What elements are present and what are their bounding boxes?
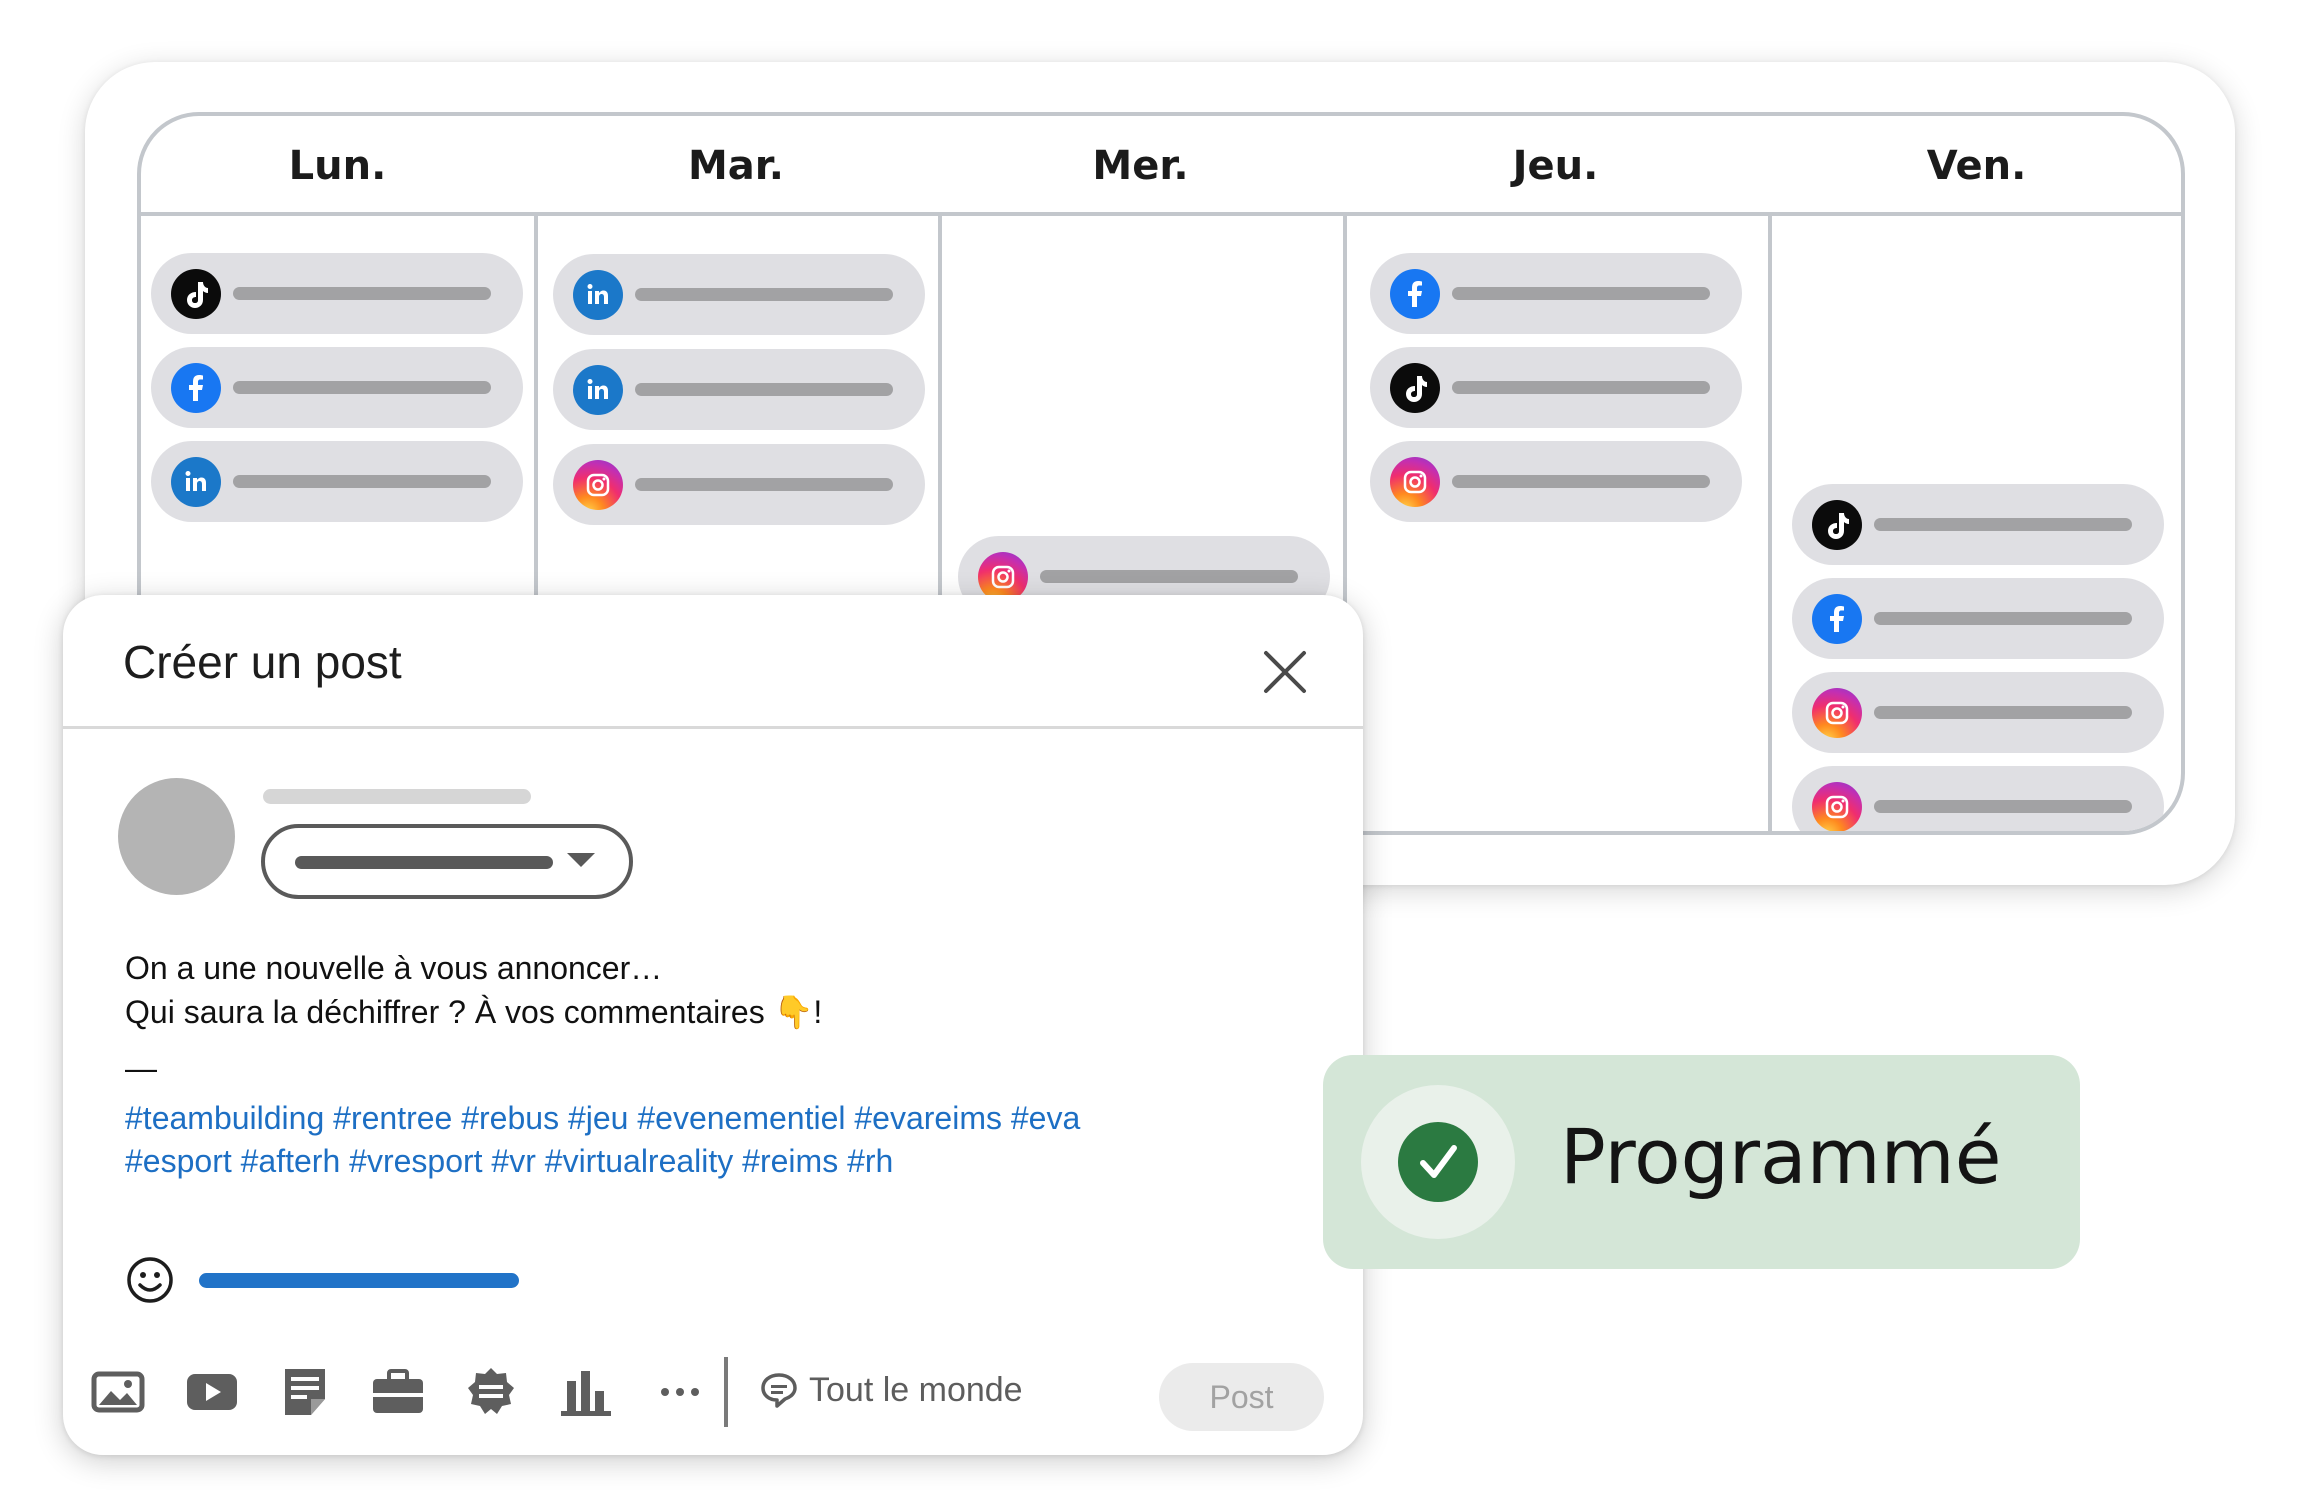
dropdown-value-placeholder (295, 856, 553, 869)
scheduled-post-facebook[interactable] (1370, 253, 1742, 334)
day-header-jeu: Jeu. (1512, 143, 1599, 189)
post-title-placeholder (635, 288, 893, 301)
chevron-down-icon (567, 853, 595, 867)
more-icon[interactable] (653, 1365, 707, 1419)
post-title-placeholder (233, 287, 491, 300)
scheduled-post-tiktok[interactable] (1370, 347, 1742, 428)
facebook-icon (1812, 593, 1862, 644)
post-title-placeholder (1040, 570, 1298, 583)
toolbar-divider (724, 1357, 728, 1427)
progress-bar (199, 1273, 519, 1288)
column-divider (1768, 216, 1772, 831)
calendar-header: Lun. Mar. Mer. Jeu. Ven. (141, 116, 2181, 216)
linkedin-icon (171, 456, 221, 507)
badge-icon[interactable] (464, 1365, 518, 1419)
scheduled-post-tiktok[interactable] (1792, 484, 2164, 565)
scheduled-post-instagram[interactable] (553, 444, 925, 525)
create-post-dialog: Créer un post On a une nouvelle à vous a… (63, 595, 1363, 1455)
post-title-placeholder (1452, 287, 1710, 300)
day-header-mer: Mer. (1092, 143, 1189, 189)
instagram-icon (978, 551, 1028, 602)
post-title-placeholder (1874, 706, 2132, 719)
scheduled-post-linkedin[interactable] (553, 349, 925, 430)
stage: Lun. Mar. Mer. Jeu. Ven. Créer un post O… (0, 0, 2300, 1500)
status-icon-circle (1361, 1085, 1515, 1239)
instagram-icon (1390, 456, 1440, 507)
instagram-icon (573, 459, 623, 510)
post-title-placeholder (1874, 800, 2132, 813)
post-text-separator: — (125, 1050, 157, 1086)
video-icon[interactable] (185, 1365, 239, 1419)
day-header-lun: Lun. (288, 143, 387, 189)
post-title-placeholder (635, 383, 893, 396)
scheduled-post-tiktok[interactable] (151, 253, 523, 334)
dialog-divider (63, 726, 1363, 729)
post-title-placeholder (1452, 381, 1710, 394)
post-text-line[interactable]: On a une nouvelle à vous annoncer… (125, 950, 662, 987)
check-circle-icon (1398, 1122, 1478, 1202)
close-icon[interactable] (1258, 645, 1312, 699)
scheduled-post-facebook[interactable] (1792, 578, 2164, 659)
avatar (118, 778, 235, 895)
scheduled-post-facebook[interactable] (151, 347, 523, 428)
briefcase-icon[interactable] (371, 1365, 425, 1419)
post-title-placeholder (233, 475, 491, 488)
scheduled-post-instagram[interactable] (1792, 672, 2164, 753)
post-title-placeholder (233, 381, 491, 394)
document-icon[interactable] (278, 1365, 332, 1419)
instagram-icon (1812, 781, 1862, 831)
scheduled-post-linkedin[interactable] (151, 441, 523, 522)
facebook-icon (1390, 268, 1440, 319)
check-icon (1420, 1145, 1457, 1178)
chart-icon[interactable] (559, 1365, 613, 1419)
post-title-placeholder (1874, 612, 2132, 625)
comment-icon (761, 1373, 797, 1408)
scheduled-post-linkedin[interactable] (553, 254, 925, 335)
linkedin-icon (573, 364, 623, 415)
status-label: Programmé (1560, 1112, 2002, 1201)
linkedin-icon (573, 269, 623, 320)
audience-label: Tout le monde (809, 1370, 1023, 1409)
post-title-placeholder (1452, 475, 1710, 488)
tiktok-icon (171, 268, 221, 319)
post-title-placeholder (635, 478, 893, 491)
visibility-dropdown[interactable] (261, 824, 633, 899)
hashtags-line[interactable]: #esport #afterh #vresport #vr #virtualre… (125, 1143, 893, 1180)
tiktok-icon (1812, 499, 1862, 550)
hashtags-line[interactable]: #teambuilding #rentree #rebus #jeu #even… (125, 1100, 1080, 1137)
post-text-line[interactable]: Qui saura la déchiffrer ? À vos commenta… (125, 993, 822, 1031)
instagram-icon (1812, 687, 1862, 738)
photo-icon[interactable] (91, 1365, 145, 1419)
tiktok-icon (1390, 362, 1440, 413)
post-title-placeholder (1874, 518, 2132, 531)
post-button[interactable]: Post (1159, 1363, 1324, 1431)
day-header-ven: Ven. (1926, 143, 2027, 189)
author-name-placeholder (263, 789, 531, 804)
facebook-icon (171, 362, 221, 413)
audience-selector[interactable]: Tout le monde (759, 1370, 1023, 1410)
dialog-title: Créer un post (123, 636, 402, 688)
scheduled-post-instagram[interactable] (1792, 766, 2164, 831)
scheduled-post-instagram[interactable] (1370, 441, 1742, 522)
emoji-icon[interactable] (125, 1255, 175, 1305)
status-badge: Programmé (1323, 1055, 2080, 1269)
day-header-mar: Mar. (687, 143, 784, 189)
